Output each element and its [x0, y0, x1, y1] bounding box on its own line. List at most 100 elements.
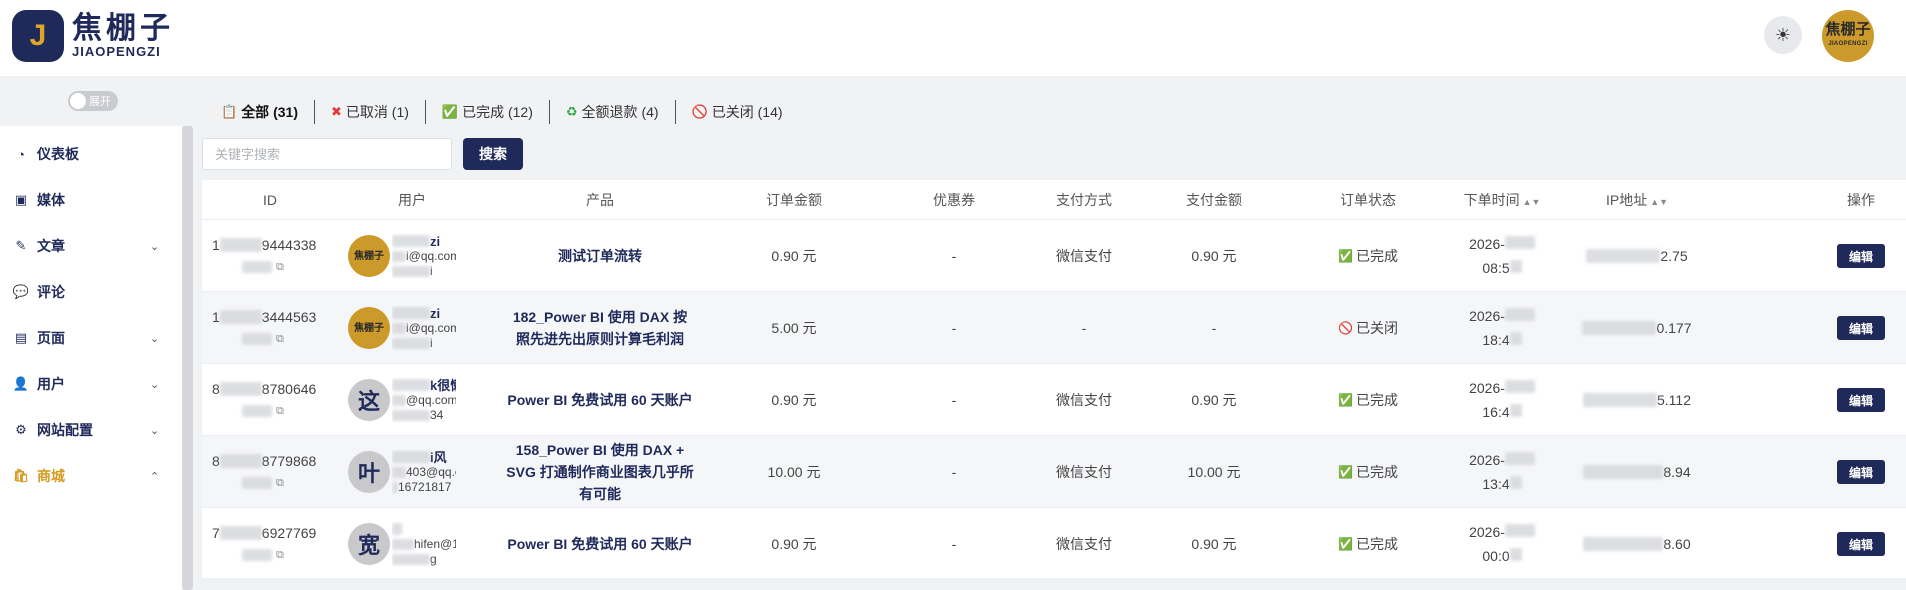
status-badge: 🚫 已关闭 [1338, 318, 1398, 338]
order-id-suffix: 3444563 [261, 309, 317, 325]
product-cell[interactable]: 158_Power BI 使用 DAX + SVG 打通制作商业图表几乎所有可能 [506, 436, 694, 508]
tab-refunded[interactable]: ♻ 全额退款 (4) [548, 100, 675, 124]
search-button[interactable]: 搜索 [463, 138, 523, 170]
ip-cell: 0.177 [1562, 292, 1712, 364]
user-avatar: 焦棚子 [348, 235, 390, 277]
redacted-block [1509, 332, 1522, 345]
user-info: zi i@qq.com i [392, 306, 456, 351]
edit-button[interactable]: 编辑 [1837, 316, 1885, 340]
coupon-cell: - [951, 248, 957, 264]
toggle-knob [70, 93, 86, 109]
tab-label: 已取消 [345, 104, 388, 120]
user-name: i风 [430, 449, 447, 465]
copy-icon[interactable]: ⧉ [276, 261, 284, 274]
column-header-amount: 订单金额 [766, 192, 822, 208]
order-time-cell: 2026- 18:4 [1442, 292, 1562, 364]
product-cell[interactable]: Power BI 免费试用 60 天账户 [486, 364, 714, 436]
theme-toggle-button[interactable]: ☀ [1764, 16, 1802, 54]
column-header-ip[interactable]: IP地址 ▲▼ [1562, 180, 1712, 220]
redacted-block [1509, 548, 1522, 561]
ip-cell: 8.94 [1562, 436, 1712, 508]
avatar-brand-text: 焦棚子 [1825, 21, 1871, 38]
redacted-block [392, 553, 430, 565]
user-extra: 34 [430, 407, 444, 422]
redacted-block [1583, 537, 1664, 551]
sidebar-item-shop[interactable]: 🛍 商城 ⌃ [0, 448, 182, 504]
status-label: 已完成 [1355, 464, 1398, 480]
copy-icon[interactable]: ⧉ [276, 549, 284, 562]
tab-completed[interactable]: ✅ 已完成 (12) [424, 100, 549, 124]
check-icon: ✅ [1338, 393, 1353, 407]
product-cell[interactable]: 测试订单流转 [486, 220, 714, 292]
logo-name-cn: 焦棚子 [72, 11, 174, 46]
tab-cancelled[interactable]: ✖ 已取消 (1) [313, 100, 425, 124]
status-label: 已完成 [1355, 536, 1398, 552]
user-email: i@qq.com [406, 320, 456, 335]
user-name: zi [430, 233, 441, 249]
user-cell: 叶 i风 403@qq.co 16721817 [348, 436, 486, 508]
status-badge: ✅ 已完成 [1338, 462, 1398, 482]
user-icon: 👤 [12, 376, 30, 391]
tab-closed[interactable]: 🚫 已关闭 (14) [674, 100, 799, 124]
redacted-block [219, 382, 262, 396]
product-cell[interactable]: Power BI 免费试用 60 天账户 [486, 508, 714, 580]
order-time-cell: 2026- 13:4 [1442, 436, 1562, 508]
tab-all[interactable]: 📋 全部 (31) [218, 100, 314, 124]
order-id-suffix: 8779868 [261, 453, 317, 469]
redacted-block [1586, 249, 1661, 263]
edit-button[interactable]: 编辑 [1837, 532, 1885, 556]
order-id-cell: 1 3444563 ⧉ [202, 292, 338, 364]
clipboard-icon: 📋 [221, 104, 238, 119]
product-cell[interactable]: 182_Power BI 使用 DAX 按照先进先出原则计算毛利润 [506, 292, 694, 364]
order-status-tabs: 📋 全部 (31) ✖ 已取消 (1) ✅ 已完成 (12) ♻ 全额退款 (4… [218, 100, 799, 124]
sidebar-expand-toggle[interactable]: 展开 [68, 91, 118, 111]
edit-button[interactable]: 编辑 [1837, 388, 1885, 412]
user-email: hifen@12 [414, 536, 456, 551]
copy-icon[interactable]: ⧉ [276, 477, 284, 490]
toggle-label: 展开 [89, 96, 111, 108]
copy-icon[interactable]: ⧉ [276, 405, 284, 418]
redacted-block [219, 454, 262, 468]
time-clock: 13:4 [1482, 476, 1510, 492]
sort-icon: ▲▼ [1522, 197, 1541, 207]
redacted-block [1583, 393, 1657, 407]
chevron-up-icon: ⌃ [150, 470, 160, 483]
status-badge: ✅ 已完成 [1338, 246, 1398, 266]
user-avatar[interactable]: 焦棚子 JIAOPENGZI [1822, 10, 1874, 62]
edit-button[interactable]: 编辑 [1837, 460, 1885, 484]
chevron-down-icon: ⌄ [150, 240, 160, 253]
redacted-block [392, 394, 406, 406]
time-date: 2026- [1469, 380, 1505, 396]
pay-method-cell: - [1081, 320, 1087, 336]
search-input[interactable] [202, 138, 452, 170]
redacted-block [219, 526, 262, 540]
pay-method-cell: 微信支付 [1056, 248, 1112, 264]
column-header-pay-method: 支付方式 [1056, 192, 1112, 208]
column-header-order-time[interactable]: 下单时间 ▲▼ [1442, 180, 1562, 220]
edit-button[interactable]: 编辑 [1837, 244, 1885, 268]
redacted-block [242, 477, 272, 489]
actions-cell: 编辑 [1826, 220, 1896, 292]
top-header: J 焦棚子 JIAOPENGZI ☀ 焦棚子 JIAOPENGZI [0, 0, 1906, 76]
user-name: zi [430, 305, 441, 321]
copy-icon[interactable]: ⧉ [276, 333, 284, 346]
brand-logo[interactable]: J 焦棚子 JIAOPENGZI [12, 10, 174, 62]
redacted-block [242, 261, 272, 273]
order-time-cell: 2026- 16:4 [1442, 364, 1562, 436]
order-amount-cell: 0.90 元 [771, 248, 817, 264]
sidebar-scrollbar[interactable] [182, 126, 193, 590]
pay-amount-cell: - [1211, 320, 1217, 336]
redacted-block [242, 549, 272, 561]
order-id-suffix: 8780646 [261, 381, 317, 397]
order-id-cell: 1 9444338 ⧉ [202, 220, 338, 292]
chevron-down-icon: ⌄ [150, 378, 160, 391]
chevron-down-icon: ⌄ [150, 424, 160, 437]
redacted-block [392, 451, 430, 463]
redacted-block [1504, 452, 1535, 465]
user-avatar: 宽 [348, 523, 390, 565]
status-cell: ✅ 已完成 [1294, 220, 1442, 292]
sidebar-item-label: 仪表板 [37, 146, 79, 162]
sun-icon: ☀ [1774, 24, 1792, 45]
pay-method-cell: 微信支付 [1056, 536, 1112, 552]
user-extra: 16721817 [398, 479, 452, 494]
